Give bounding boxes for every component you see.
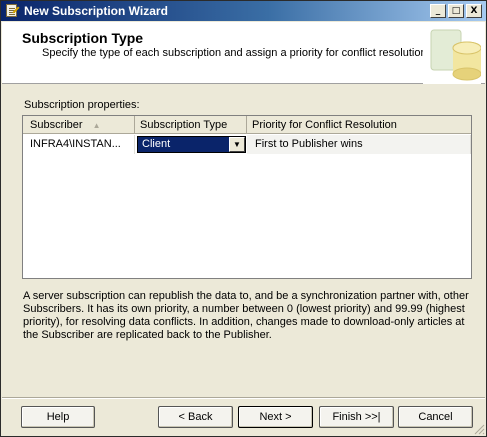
subscription-properties-grid: Subscriber ▲ Subscription Type Priority f…	[22, 115, 472, 279]
priority-cell[interactable]: First to Publisher wins	[247, 135, 471, 154]
page-subtitle: Specify the type of each subscription an…	[42, 47, 430, 59]
wizard-header: Subscription Type Specify the type of ea…	[2, 22, 485, 84]
column-header-subscription-type[interactable]: Subscription Type	[135, 116, 247, 134]
cancel-button[interactable]: Cancel	[398, 406, 473, 428]
column-header-subscriber-label: Subscriber	[30, 119, 83, 131]
subscriber-cell[interactable]: INFRA4\INSTAN...	[23, 135, 135, 154]
column-header-subscriber[interactable]: Subscriber ▲	[23, 116, 135, 134]
maximize-button[interactable]: □	[448, 4, 464, 18]
grid-header: Subscriber ▲ Subscription Type Priority f…	[23, 116, 471, 134]
subscription-properties-label: Subscription properties:	[24, 99, 140, 111]
close-button[interactable]: X	[466, 4, 482, 18]
wizard-window: New Subscription Wizard _ □ X Subscripti…	[0, 0, 487, 437]
database-cylinder-icon	[423, 24, 481, 84]
resize-grip-icon[interactable]	[473, 423, 485, 435]
title-bar[interactable]: New Subscription Wizard _ □ X	[1, 1, 486, 21]
subscription-type-select[interactable]: Client ▼	[137, 136, 246, 153]
description-text: A server subscription can republish the …	[23, 290, 469, 341]
subscription-type-value: Client	[142, 138, 171, 150]
back-button[interactable]: < Back	[158, 406, 233, 428]
table-row[interactable]: INFRA4\INSTAN... Client ▼ First to Publi…	[23, 135, 471, 154]
footer-separator	[2, 397, 485, 399]
column-header-priority[interactable]: Priority for Conflict Resolution	[247, 116, 471, 134]
sort-ascending-icon: ▲	[92, 121, 101, 130]
help-button[interactable]: Help	[21, 406, 95, 428]
minimize-button[interactable]: _	[430, 4, 446, 18]
page-title: Subscription Type	[22, 30, 144, 46]
window-title: New Subscription Wizard	[24, 4, 168, 18]
wizard-icon	[4, 3, 20, 19]
finish-button[interactable]: Finish >>|	[319, 406, 394, 428]
next-button[interactable]: Next >	[238, 406, 313, 428]
chevron-down-icon[interactable]: ▼	[229, 137, 245, 152]
